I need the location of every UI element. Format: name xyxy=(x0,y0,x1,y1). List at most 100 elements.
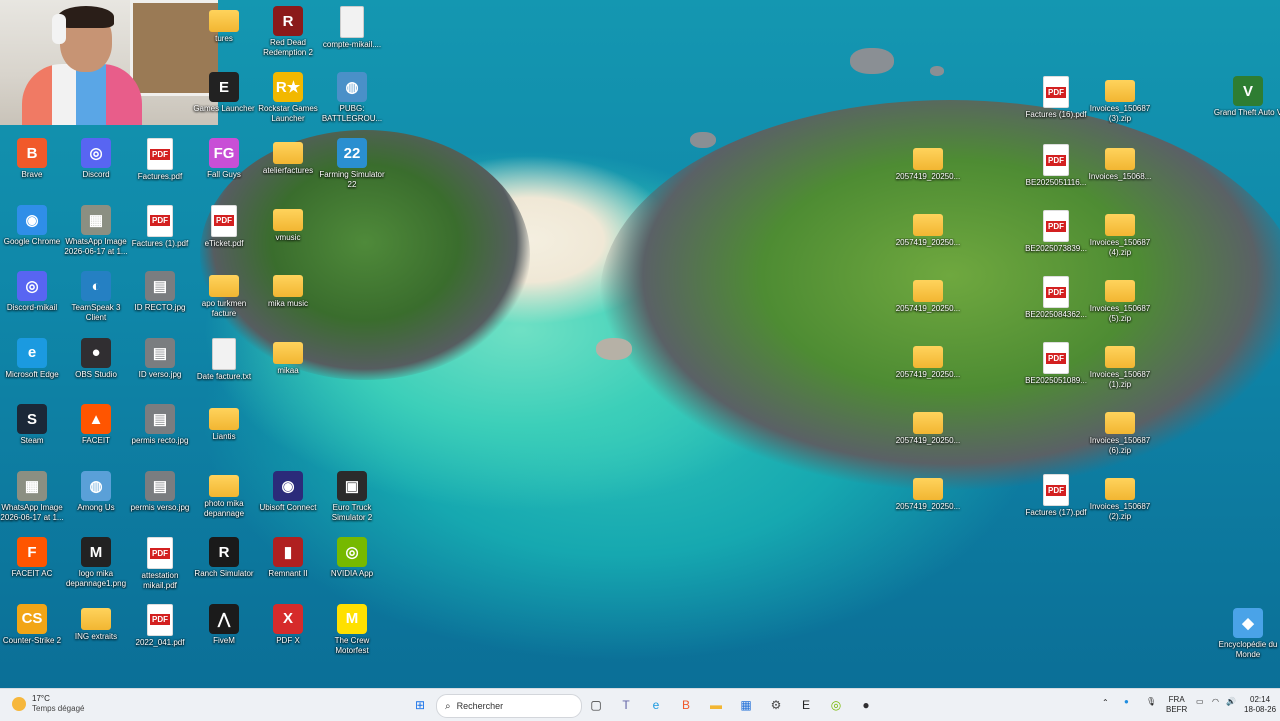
desktop-icon-2057419-20250[interactable]: 2057419_20250... xyxy=(896,470,960,534)
desktop-icon-permis-verso-jpg[interactable]: ▤ permis verso.jpg xyxy=(128,467,192,531)
desktop-icon-brave[interactable]: B Brave xyxy=(0,134,64,198)
desktop-icon-mikaa[interactable]: mikaa xyxy=(256,334,320,398)
volume-icon[interactable]: 🔊 xyxy=(1226,697,1236,707)
desktop-icon-id-recto-jpg[interactable]: ▤ ID RECTO.jpg xyxy=(128,267,192,331)
desktop-icon-eticket-pdf[interactable]: PDF eTicket.pdf xyxy=(192,201,256,265)
store-icon[interactable]: ▦ xyxy=(736,695,756,715)
desktop-icon-red-dead-redemption-2[interactable]: R Red Dead Redemption 2 xyxy=(256,2,320,66)
desktop-icon-remnant-ii[interactable]: ▮ Remnant II xyxy=(256,533,320,597)
desktop-icon-invoices-150687-4-zip[interactable]: Invoices_150687 (4).zip xyxy=(1088,206,1152,270)
desktop-icon-be2025084362[interactable]: PDF BE2025084362... xyxy=(1024,272,1088,336)
desktop-icon-label: Red Dead Redemption 2 xyxy=(263,38,313,57)
pdf-file-icon: PDF xyxy=(1043,210,1069,242)
desktop-icon-2022-041-pdf[interactable]: PDF 2022_041.pdf xyxy=(128,600,192,664)
desktop-icon-logo-mika-depannage1-png[interactable]: Mlogo mika depannage1.png xyxy=(64,533,128,597)
start-button[interactable]: ⊞ xyxy=(410,695,430,715)
desktop-icon-2057419-20250[interactable]: 2057419_20250... xyxy=(896,140,960,204)
nvidia-icon[interactable]: ◎ xyxy=(826,695,846,715)
desktop-icon-2057419-20250[interactable]: 2057419_20250... xyxy=(896,206,960,270)
desktop-icon-discord[interactable]: ◎ Discord xyxy=(64,134,128,198)
microphone-icon[interactable]: 🎙 xyxy=(1146,697,1156,707)
desktop-icon-invoices-150687-5-zip[interactable]: Invoices_150687 (5).zip xyxy=(1088,272,1152,336)
desktop-icon-permis-recto-jpg[interactable]: ▤ permis recto.jpg xyxy=(128,400,192,464)
desktop-icon-invoices-150687-2-zip[interactable]: Invoices_150687 (2).zip xyxy=(1088,470,1152,534)
desktop-icon-be2025051089[interactable]: PDF BE2025051089... xyxy=(1024,338,1088,402)
desktop-icon-ranch-simulator[interactable]: R Ranch Simulator xyxy=(192,533,256,597)
desktop-icon-label: ID verso.jpg xyxy=(138,369,182,379)
desktop-icon-2057419-20250[interactable]: 2057419_20250... xyxy=(896,338,960,402)
desktop-icon-be2025073839[interactable]: PDF BE2025073839... xyxy=(1024,206,1088,270)
epic-icon[interactable]: E xyxy=(796,695,816,715)
display-icon[interactable]: ▭ xyxy=(1196,697,1204,707)
obs-icon[interactable]: ● xyxy=(856,695,876,715)
desktop-icon-encyclop-die-du-monde[interactable]: ◆ Encyclopédie du Monde xyxy=(1216,604,1280,668)
desktop-icon-liantis[interactable]: Liantis xyxy=(192,400,256,464)
teams-icon[interactable]: T xyxy=(616,695,636,715)
desktop-icon-whatsapp-image-2026-06-17-at-1[interactable]: ▦ WhatsApp Image 2026-06-17 at 1... xyxy=(0,467,64,531)
games-launcher-app-icon: E xyxy=(209,72,239,102)
desktop-icon-euro-truck-simulator-2[interactable]: ▣ Euro Truck Simulator 2 xyxy=(320,467,384,531)
desktop-icon-apo-turkmen-facture[interactable]: apo turkmen facture xyxy=(192,267,256,331)
desktop-icon-among-us[interactable]: ◍ Among Us xyxy=(64,467,128,531)
desktop-icon-teamspeak-3-client[interactable]: ◐ TeamSpeak 3 Client xyxy=(64,267,128,331)
desktop-icon-games-launcher[interactable]: E Games Launcher xyxy=(192,68,256,132)
search-placeholder: Rechercher xyxy=(456,701,504,711)
desktop-icon-factures-17-pdf[interactable]: PDF Factures (17).pdf xyxy=(1024,470,1088,534)
desktop-icon-2057419-20250[interactable]: 2057419_20250... xyxy=(896,404,960,468)
desktop-icon-whatsapp-image-2026-06-17-at-1[interactable]: ▦ WhatsApp Image 2026-06-17 at 1... xyxy=(64,201,128,265)
desktop-icon-ubisoft-connect[interactable]: ◉ Ubisoft Connect xyxy=(256,467,320,531)
desktop-icon-label: Microsoft Edge xyxy=(5,369,59,379)
chevron-up-icon[interactable]: ⌃ xyxy=(1102,698,1109,708)
desktop-icon-label: Google Chrome xyxy=(3,236,61,246)
task-view-icon[interactable]: ▢ xyxy=(586,695,606,715)
desktop-icon-pdf-x[interactable]: X PDF X xyxy=(256,600,320,664)
desktop-icon-atelierfactures[interactable]: atelierfactures xyxy=(256,134,320,198)
id-verso-jpg-app-icon: ▤ xyxy=(145,337,175,368)
desktop-icon-faceit-ac[interactable]: F FACEIT AC xyxy=(0,533,64,597)
desktop-icon-the-crew-motorfest[interactable]: M The Crew Motorfest xyxy=(320,600,384,664)
desktop-icon-factures-pdf[interactable]: PDF Factures.pdf xyxy=(128,134,192,198)
taskbar-search[interactable]: ⌕ Rechercher xyxy=(436,694,582,718)
edge-icon[interactable]: e xyxy=(646,695,666,715)
folder-icon xyxy=(1105,478,1135,500)
desktop-icon-microsoft-edge[interactable]: e Microsoft Edge xyxy=(0,334,64,398)
network-icon[interactable]: ● xyxy=(1124,697,1129,707)
desktop-icon-invoices-150687-3-zip[interactable]: Invoices_150687 (3).zip xyxy=(1088,72,1152,136)
desktop-icon-mika-music[interactable]: mika music xyxy=(256,267,320,331)
desktop-icon-tures[interactable]: tures xyxy=(192,2,256,66)
desktop-icon-discord-mikail[interactable]: ◎ Discord-mikail xyxy=(0,267,64,331)
desktop-icon-google-chrome[interactable]: ◉ Google Chrome xyxy=(0,201,64,265)
weather-widget[interactable]: 17°C Temps dégagé xyxy=(12,694,84,714)
desktop-icon-invoices-150687-1-zip[interactable]: Invoices_150687 (1).zip xyxy=(1088,338,1152,402)
settings-icon[interactable]: ⚙ xyxy=(766,695,786,715)
desktop-icon-attestation-mikail-pdf[interactable]: PDF attestation mikail.pdf xyxy=(128,533,192,597)
desktop-icon-id-verso-jpg[interactable]: ▤ ID verso.jpg xyxy=(128,334,192,398)
desktop-icon-vmusic[interactable]: vmusic xyxy=(256,201,320,265)
desktop-icon-photo-mika-depannage[interactable]: photo mika depannage xyxy=(192,467,256,531)
desktop-icon-compte-mikail[interactable]: compte-mikail.... xyxy=(320,2,384,66)
desktop-icon-invoices-15068[interactable]: Invoices_15068... xyxy=(1088,140,1152,204)
desktop-icon-counter-strike-2[interactable]: CS Counter-Strike 2 xyxy=(0,600,64,664)
desktop-icon-grand-theft-auto-v[interactable]: V Grand Theft Auto V xyxy=(1214,72,1280,136)
desktop-icon-farming-simulator-22[interactable]: 22 Farming Simulator 22 xyxy=(319,134,385,198)
clock[interactable]: 02:14 18-08-26 xyxy=(1244,695,1276,715)
desktop-icon-2057419-20250[interactable]: 2057419_20250... xyxy=(896,272,960,336)
desktop-icon-ing-extraits[interactable]: ING extraits xyxy=(64,600,128,664)
desktop-icon-factures-1-pdf[interactable]: PDF Factures (1).pdf xyxy=(128,201,192,265)
brave-icon[interactable]: B xyxy=(676,695,696,715)
desktop-icon-date-facture-txt[interactable]: Date facture.txt xyxy=(192,334,256,398)
desktop-icon-factures-16-pdf[interactable]: PDF Factures (16).pdf xyxy=(1024,72,1088,136)
desktop-icon-rockstar-games-launcher[interactable]: R★ Rockstar Games Launcher xyxy=(256,68,320,132)
desktop-icon-invoices-150687-6-zip[interactable]: Invoices_150687 (6).zip xyxy=(1088,404,1152,468)
desktop-icon-steam[interactable]: S Steam xyxy=(0,400,64,464)
language-indicator[interactable]: FRA BEFR xyxy=(1166,695,1187,715)
desktop-icon-obs-studio[interactable]: ● OBS Studio xyxy=(64,334,128,398)
desktop-icon-pubg-battlegrou[interactable]: ◍ PUBG: BATTLEGROU... xyxy=(320,68,384,132)
desktop-icon-nvidia-app[interactable]: ◎ NVIDIA App xyxy=(320,533,384,597)
desktop-icon-faceit[interactable]: ▲ FACEIT xyxy=(64,400,128,464)
desktop-icon-be2025051116[interactable]: PDF BE2025051116... xyxy=(1024,140,1088,204)
explorer-icon[interactable]: ▬ xyxy=(706,695,726,715)
desktop-icon-fivem[interactable]: ⋀ FiveM xyxy=(192,600,256,664)
wifi-icon[interactable]: ◠ xyxy=(1212,697,1219,707)
desktop-icon-fall-guys[interactable]: FG Fall Guys xyxy=(192,134,256,198)
